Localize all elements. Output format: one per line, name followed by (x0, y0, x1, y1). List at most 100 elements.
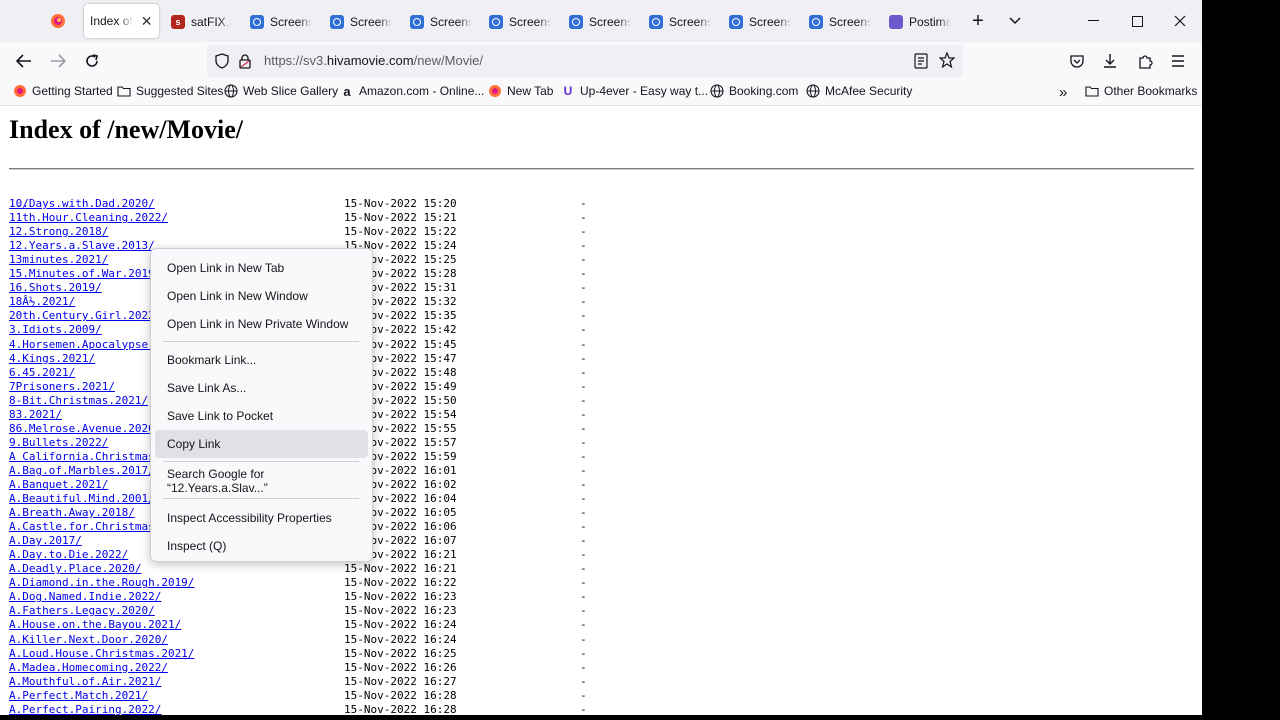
reader-view-icon[interactable] (914, 53, 928, 74)
more-bookmarks-chevron-icon[interactable]: » (1059, 84, 1067, 101)
directory-link[interactable]: A.Day.to.Die.2022/ (9, 548, 128, 562)
directory-link[interactable]: 8-Bit.Christmas.2021/ (9, 394, 148, 408)
close-window-icon[interactable] (1169, 10, 1191, 32)
url-text[interactable]: https://sv3.hivamovie.com/new/Movie/ (264, 53, 483, 68)
directory-link[interactable]: A.Perfect.Match.2021/ (9, 689, 148, 703)
bookmark-new-tab[interactable]: New Tab (488, 84, 553, 98)
modified-date: 15-Nov-2022 15:22 (344, 225, 457, 239)
folder-icon (117, 84, 131, 98)
directory-link[interactable]: 12.Years.a.Slave.2013/ (9, 239, 155, 253)
table-row: 12.Strong.2018/15-Nov-2022 15:22 - (9, 225, 587, 239)
directory-link[interactable]: A.Perfect.Pairing.2022/ (9, 703, 161, 715)
directory-link[interactable]: A.Bag.of.Marbles.2017/ (9, 464, 155, 478)
downloads-icon[interactable] (1098, 50, 1122, 72)
directory-link[interactable]: 13minutes.2021/ (9, 253, 108, 267)
tab-index-of[interactable]: Index of ✕ (84, 4, 159, 38)
directory-link[interactable]: 9.Bullets.2022/ (9, 436, 108, 450)
connection-lock-icon[interactable] (238, 53, 252, 74)
bookmark-web-slice-gallery[interactable]: Web Slice Gallery (224, 84, 338, 98)
tracking-protection-shield-icon[interactable] (215, 53, 229, 74)
directory-link[interactable]: 3.Idiots.2009/ (9, 323, 102, 337)
tab-title: Index of (90, 14, 133, 28)
modified-date: 15-Nov-2022 16:22 (344, 576, 457, 590)
directory-link[interactable]: A.Fathers.Legacy.2020/ (9, 604, 155, 618)
tab-screenshot[interactable]: Screens (410, 9, 472, 35)
bookmark-star-icon[interactable] (938, 51, 956, 73)
directory-link[interactable]: A.Banquet.2021/ (9, 478, 108, 492)
bookmark-mcafee[interactable]: McAfee Security (806, 84, 912, 98)
bookmark-other-bookmarks[interactable]: Other Bookmarks (1085, 84, 1197, 98)
menu-inspect-accessibility[interactable]: Inspect Accessibility Properties (155, 504, 368, 532)
tab-screenshot[interactable]: Screens (489, 9, 551, 35)
table-row: 20th.Century.Girl.2022/15-Nov-2022 15:35… (9, 309, 587, 323)
folder-icon (1085, 84, 1099, 98)
extensions-puzzle-icon[interactable] (1133, 50, 1157, 72)
menu-open-link-new-window[interactable]: Open Link in New Window (155, 282, 368, 310)
tab-screenshot[interactable]: Screens (330, 9, 392, 35)
directory-link[interactable]: A.Deadly.Place.2020/ (9, 562, 141, 576)
menu-bookmark-link[interactable]: Bookmark Link... (155, 346, 368, 374)
forward-arrow-icon[interactable] (46, 50, 70, 72)
tab-satfix[interactable]: s satFIX.tv (171, 9, 231, 35)
pocket-icon[interactable] (1065, 50, 1089, 72)
bookmark-booking[interactable]: Booking.com (710, 84, 798, 98)
directory-link[interactable]: A.Diamond.in.the.Rough.2019/ (9, 576, 194, 590)
tab-title: Screens (749, 15, 791, 29)
directory-link[interactable]: 4.Kings.2021/ (9, 352, 95, 366)
app-menu-hamburger-icon[interactable] (1166, 50, 1190, 72)
directory-link[interactable]: A.Loud.House.Christmas.2021/ (9, 647, 194, 661)
menu-copy-link[interactable]: Copy Link (155, 430, 368, 458)
directory-link[interactable]: A.Breath.Away.2018/ (9, 506, 135, 520)
tab-postimage[interactable]: Postima (889, 9, 951, 35)
address-bar[interactable]: https://sv3.hivamovie.com/new/Movie/ (207, 45, 963, 77)
menu-inspect[interactable]: Inspect (Q) (155, 532, 368, 560)
directory-link[interactable]: A.Day.2017/ (9, 534, 82, 548)
directory-link[interactable]: 6.45.2021/ (9, 366, 75, 380)
directory-link[interactable]: 11th.Hour.Cleaning.2022/ (9, 211, 168, 225)
directory-link[interactable]: A.Mouthful.of.Air.2021/ (9, 675, 161, 689)
directory-link[interactable]: A.House.on.the.Bayou.2021/ (9, 618, 181, 632)
directory-link[interactable]: A.Madea.Homecoming.2022/ (9, 661, 168, 675)
directory-link[interactable]: A.Beautiful.Mind.2001/ (9, 492, 155, 506)
directory-link[interactable]: 12.Strong.2018/ (9, 225, 108, 239)
directory-link[interactable]: A.Dog.Named.Indie.2022/ (9, 590, 161, 604)
list-all-tabs-chevron-icon[interactable] (1004, 10, 1026, 32)
directory-link[interactable]: 20th.Century.Girl.2022/ (9, 309, 161, 323)
image-icon (729, 15, 743, 29)
image-icon (809, 15, 823, 29)
tab-screenshot[interactable]: Screens (649, 9, 711, 35)
new-tab-plus-icon[interactable]: + (967, 10, 989, 32)
bookmark-amazon[interactable]: a Amazon.com - Online... (340, 84, 484, 99)
tab-title: Screens (669, 15, 711, 29)
minimize-icon[interactable] (1082, 10, 1104, 32)
bookmark-suggested-sites[interactable]: Suggested Sites (117, 84, 223, 98)
bookmark-getting-started[interactable]: Getting Started (13, 84, 113, 98)
menu-open-link-new-tab[interactable]: Open Link in New Tab (155, 254, 368, 282)
menu-open-link-private-window[interactable]: Open Link in New Private Window (155, 310, 368, 338)
menu-save-link-to-pocket[interactable]: Save Link to Pocket (155, 402, 368, 430)
directory-link[interactable]: 16.Shots.2019/ (9, 281, 102, 295)
reload-icon[interactable] (80, 50, 104, 72)
directory-link[interactable]: A.Killer.Next.Door.2020/ (9, 633, 168, 647)
tab-strip: Index of ✕ s satFIX.tv Screens Screens S… (0, 0, 1202, 42)
tab-screenshot[interactable]: Screens (809, 9, 871, 35)
directory-link[interactable]: 86.Melrose.Avenue.2020/ (9, 422, 161, 436)
tab-screenshot[interactable]: Screens (250, 9, 312, 35)
close-tab-icon[interactable]: ✕ (141, 13, 153, 30)
menu-search-google[interactable]: Search Google for “12.Years.a.Slav...” (155, 467, 368, 495)
firefox-view-icon[interactable] (46, 9, 70, 33)
table-row: A.Loud.House.Christmas.2021/15-Nov-2022 … (9, 647, 587, 661)
directory-link[interactable]: 18Â½.2021/ (9, 295, 75, 309)
menu-save-link-as[interactable]: Save Link As... (155, 374, 368, 402)
table-row: A.Diamond.in.the.Rough.2019/15-Nov-2022 … (9, 576, 587, 590)
directory-link[interactable]: 10.Days.with.Dad.2020/ (9, 197, 155, 211)
maximize-icon[interactable] (1126, 10, 1148, 32)
tab-screenshot[interactable]: Screens (569, 9, 631, 35)
table-row: 8-Bit.Christmas.2021/15-Nov-2022 15:50- (9, 394, 587, 408)
directory-link[interactable]: 7Prisoners.2021/ (9, 380, 115, 394)
directory-link[interactable]: 15.Minutes.of.War.2019/ (9, 267, 161, 281)
back-arrow-icon[interactable] (12, 50, 36, 72)
bookmark-up4ever[interactable]: U Up-4ever - Easy way t... (561, 84, 708, 98)
tab-screenshot[interactable]: Screens (729, 9, 791, 35)
directory-link[interactable]: 83.2021/ (9, 408, 62, 422)
